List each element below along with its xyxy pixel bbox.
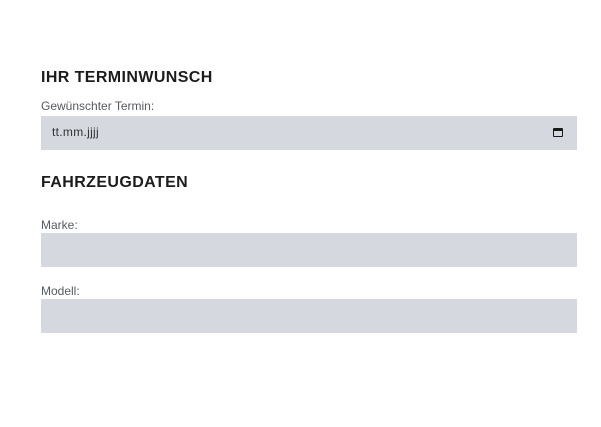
- date-placeholder: tt.mm.jjjj: [52, 125, 99, 139]
- date-input[interactable]: tt.mm.jjjj: [41, 116, 577, 150]
- model-input[interactable]: [41, 299, 577, 333]
- appointment-section-title: IHR TERMINWUNSCH: [41, 69, 213, 86]
- brand-input[interactable]: [41, 233, 577, 267]
- vehicle-section-title: FAHRZEUGDATEN: [41, 174, 189, 191]
- calendar-icon[interactable]: [552, 126, 564, 139]
- model-label: Modell:: [41, 284, 80, 298]
- date-label: Gewünschter Termin:: [41, 99, 155, 113]
- brand-label: Marke:: [41, 218, 78, 232]
